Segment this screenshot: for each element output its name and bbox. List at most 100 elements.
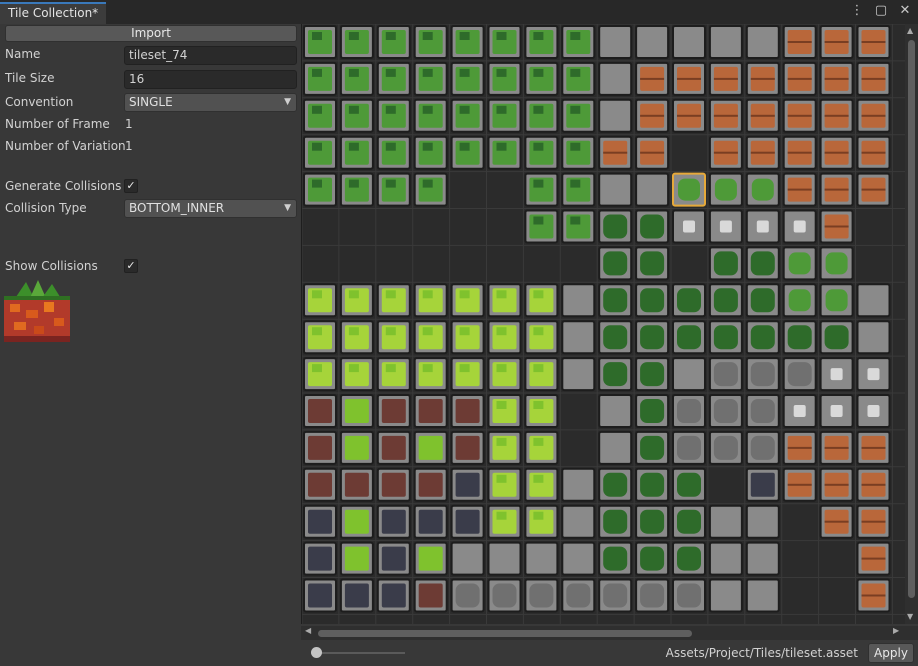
tile-cell[interactable] bbox=[745, 430, 780, 465]
tile-cell[interactable] bbox=[782, 283, 817, 318]
tile-cell[interactable] bbox=[524, 541, 559, 576]
tile-cell[interactable] bbox=[708, 320, 743, 355]
tile-cell[interactable] bbox=[708, 283, 743, 318]
close-icon[interactable]: ✕ bbox=[898, 3, 912, 18]
tile-cell[interactable] bbox=[856, 394, 891, 428]
tile-cell[interactable] bbox=[524, 467, 559, 502]
tile-cell[interactable] bbox=[339, 320, 374, 355]
tile-cell[interactable] bbox=[672, 98, 706, 133]
apply-button[interactable]: Apply bbox=[868, 643, 914, 663]
tile-cell[interactable] bbox=[450, 320, 485, 355]
tile-cell[interactable] bbox=[339, 541, 374, 576]
tile-cell[interactable] bbox=[672, 357, 706, 392]
tile-cell[interactable] bbox=[376, 357, 411, 392]
tile-cell[interactable] bbox=[413, 394, 448, 428]
tile-cell[interactable] bbox=[598, 467, 633, 502]
tile-cell[interactable] bbox=[339, 578, 374, 613]
tile-cell[interactable] bbox=[672, 172, 706, 207]
tile-cell[interactable] bbox=[745, 246, 780, 281]
tile-cell[interactable] bbox=[413, 135, 448, 170]
tile-cell[interactable] bbox=[561, 541, 596, 576]
tile-cell[interactable] bbox=[487, 135, 522, 170]
tile-cell[interactable] bbox=[708, 394, 743, 428]
tile-cell[interactable] bbox=[708, 430, 743, 465]
tile-cell[interactable] bbox=[856, 320, 891, 355]
tile-cell[interactable] bbox=[782, 98, 817, 133]
tile-cell[interactable] bbox=[487, 320, 522, 355]
tile-cell[interactable] bbox=[635, 172, 670, 207]
tab-tile-collection[interactable]: Tile Collection* bbox=[0, 2, 107, 24]
tile-cell[interactable] bbox=[819, 430, 854, 465]
convention-dropdown[interactable]: SINGLE ▼ bbox=[124, 93, 297, 112]
tile-cell[interactable] bbox=[598, 246, 633, 281]
tile-cell[interactable] bbox=[561, 467, 596, 502]
collision-type-dropdown[interactable]: BOTTOM_INNER ▼ bbox=[124, 199, 297, 218]
tile-cell[interactable] bbox=[635, 357, 670, 392]
tile-cell[interactable] bbox=[524, 320, 559, 355]
tile-cell[interactable] bbox=[450, 430, 485, 465]
tile-cell[interactable] bbox=[524, 504, 559, 539]
tile-cell[interactable] bbox=[450, 394, 485, 428]
tile-cell[interactable] bbox=[561, 25, 596, 59]
tile-cell[interactable] bbox=[303, 394, 337, 428]
tile-cell[interactable] bbox=[635, 467, 670, 502]
tile-cell[interactable] bbox=[450, 467, 485, 502]
tile-cell[interactable] bbox=[303, 504, 337, 539]
tile-cell[interactable] bbox=[524, 430, 559, 465]
tile-cell[interactable] bbox=[339, 357, 374, 392]
tile-cell[interactable] bbox=[413, 504, 448, 539]
tile-cell[interactable] bbox=[856, 578, 891, 613]
tile-cell[interactable] bbox=[561, 578, 596, 613]
tile-cell[interactable] bbox=[635, 246, 670, 281]
horizontal-scroll-thumb[interactable] bbox=[318, 630, 692, 637]
tile-cell[interactable] bbox=[487, 541, 522, 576]
tile-cell[interactable] bbox=[561, 98, 596, 133]
tile-cell[interactable] bbox=[376, 283, 411, 318]
tile-grid-view[interactable] bbox=[301, 24, 906, 624]
tile-cell[interactable] bbox=[708, 172, 743, 207]
tile-cell[interactable] bbox=[708, 504, 743, 539]
tile-cell[interactable] bbox=[819, 25, 854, 59]
tile-cell[interactable] bbox=[819, 467, 854, 502]
tile-cell[interactable] bbox=[339, 25, 374, 59]
tile-cell[interactable] bbox=[856, 283, 891, 318]
tile-cell[interactable] bbox=[745, 61, 780, 96]
tile-cell[interactable] bbox=[708, 25, 743, 59]
tile-cell[interactable] bbox=[856, 98, 891, 133]
tile-cell[interactable] bbox=[598, 430, 633, 465]
tile-cell[interactable] bbox=[376, 172, 411, 207]
tile-cell[interactable] bbox=[339, 135, 374, 170]
tile-cell[interactable] bbox=[708, 541, 743, 576]
tile-cell[interactable] bbox=[303, 578, 337, 613]
tile-cell[interactable] bbox=[819, 320, 854, 355]
tile-cell[interactable] bbox=[672, 320, 706, 355]
tile-cell[interactable] bbox=[782, 430, 817, 465]
tile-cell[interactable] bbox=[450, 25, 485, 59]
tile-cell[interactable] bbox=[450, 578, 485, 613]
tile-cell[interactable] bbox=[635, 98, 670, 133]
vertical-scrollbar[interactable]: ▲ ▼ bbox=[905, 24, 918, 624]
tile-cell[interactable] bbox=[782, 135, 817, 170]
tile-cell[interactable] bbox=[413, 578, 448, 613]
tile-cell[interactable] bbox=[303, 98, 337, 133]
tile-cell[interactable] bbox=[376, 25, 411, 59]
tile-cell[interactable] bbox=[339, 283, 374, 318]
tile-cell[interactable] bbox=[561, 135, 596, 170]
tile-cell[interactable] bbox=[339, 430, 374, 465]
tile-cell[interactable] bbox=[524, 135, 559, 170]
tile-cell[interactable] bbox=[598, 209, 633, 244]
scroll-up-icon[interactable]: ▲ bbox=[907, 26, 913, 35]
tile-cell[interactable] bbox=[819, 357, 854, 392]
tile-cell[interactable] bbox=[819, 61, 854, 96]
tile-cell[interactable] bbox=[376, 320, 411, 355]
tile-cell[interactable] bbox=[856, 504, 891, 539]
tile-cell[interactable] bbox=[376, 430, 411, 465]
tile-cell[interactable] bbox=[561, 209, 596, 244]
tile-cell[interactable] bbox=[376, 541, 411, 576]
tile-cell[interactable] bbox=[413, 430, 448, 465]
tile-cell[interactable] bbox=[745, 135, 780, 170]
tile-cell[interactable] bbox=[745, 578, 780, 613]
tile-cell[interactable] bbox=[598, 135, 633, 170]
tile-cell[interactable] bbox=[856, 135, 891, 170]
tile-cell[interactable] bbox=[450, 61, 485, 96]
